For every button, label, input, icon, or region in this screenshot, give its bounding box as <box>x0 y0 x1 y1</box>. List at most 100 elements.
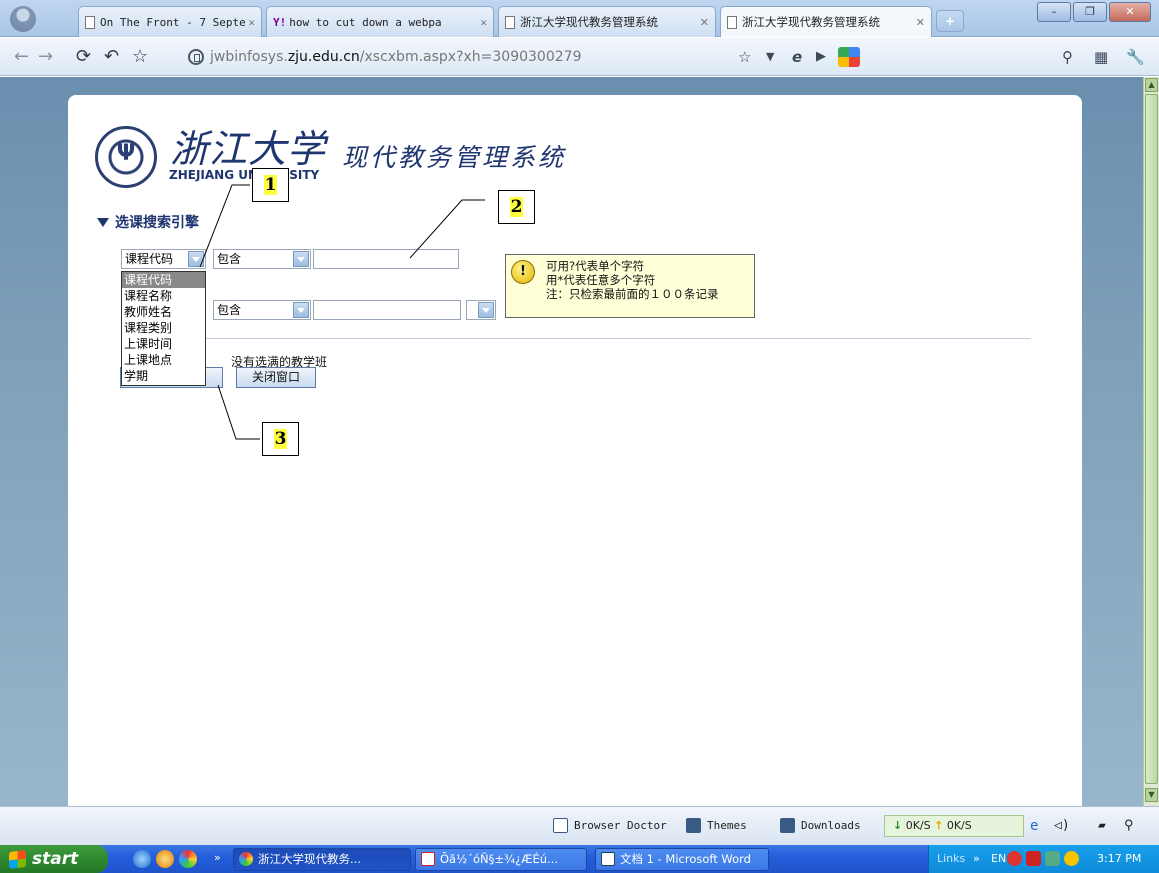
browser-task-icon <box>239 852 253 866</box>
browser-tab-bar: On The Front - 7 Septem ✕ Y! how to cut … <box>0 0 1159 37</box>
ie-icon[interactable]: e <box>1030 818 1038 834</box>
themes-button[interactable]: Themes <box>686 818 747 833</box>
scroll-up-icon[interactable]: ▲ <box>1145 78 1158 92</box>
forward-arrow-icon[interactable]: → <box>38 45 53 69</box>
yahoo-icon: Y! <box>273 15 287 29</box>
task-pdf[interactable]: Õã½­´óÑ§±¾¿ÆÉú... <box>415 848 587 871</box>
minimize-button[interactable]: – <box>1037 2 1071 22</box>
new-tab-button[interactable]: + <box>936 10 964 32</box>
dropdown-option[interactable]: 课程名称 <box>122 288 205 304</box>
task-word[interactable]: 文档 1 - Microsoft Word <box>595 848 769 871</box>
cloud-icon[interactable]: ▰ <box>1098 818 1106 833</box>
field-dropdown-list[interactable]: 课程代码 课程名称 教师姓名 课程类别 上课时间 上课地点 学期 <box>121 271 206 386</box>
pdf-icon <box>421 852 435 866</box>
document-icon <box>85 15 95 29</box>
content-panel <box>68 95 1082 806</box>
app-quicklaunch-icon[interactable] <box>179 850 197 868</box>
scroll-thumb[interactable] <box>1145 94 1158 784</box>
search-field-select[interactable]: 课程代码 <box>121 249 206 269</box>
tray-network-icon[interactable] <box>1045 851 1060 866</box>
tab-zju-active[interactable]: 浙江大学现代教务管理系统 ✕ <box>720 6 932 37</box>
links-toolbar[interactable]: Links <box>937 852 965 865</box>
scroll-down-icon[interactable]: ▼ <box>1145 788 1158 802</box>
windows-taskbar: start » 浙江大学现代教务... Õã½­´óÑ§±¾¿ÆÉú... 文档… <box>0 845 1159 873</box>
ie-quicklaunch-icon[interactable] <box>133 850 151 868</box>
operator-select-2[interactable]: 包含 <box>213 300 311 320</box>
zoom-icon[interactable]: ⚲ <box>1124 818 1134 833</box>
overflow-chevron-icon[interactable]: » <box>214 851 221 864</box>
back-arrow-icon[interactable]: ← <box>14 45 29 69</box>
speaker-icon[interactable]: ◁) <box>1054 818 1070 833</box>
wrench-icon[interactable]: 🔧 <box>1126 46 1145 68</box>
browser-doctor-button[interactable]: Browser Doctor <box>553 818 667 833</box>
tab-yahoo-answers[interactable]: Y! how to cut down a webpa ✕ <box>266 6 494 37</box>
search-input-2[interactable] <box>313 300 461 320</box>
download-icon <box>780 818 795 833</box>
dropdown-option[interactable]: 课程类别 <box>122 320 205 336</box>
download-arrow-icon: ↓ <box>893 819 903 832</box>
dropdown-option[interactable]: 上课地点 <box>122 352 205 368</box>
language-indicator[interactable]: EN <box>991 852 1006 865</box>
google-search-box[interactable] <box>866 46 1026 68</box>
clock[interactable]: 3:17 PM <box>1097 852 1141 865</box>
dropdown-arrow-icon[interactable]: ▼ <box>766 46 774 68</box>
close-tab-icon[interactable]: ✕ <box>916 16 925 29</box>
operator-select-1[interactable]: 包含 <box>213 249 311 269</box>
logo-english-name: ZHEJIANG UNIVERSITY <box>169 168 320 182</box>
close-tab-icon[interactable]: ✕ <box>248 16 255 29</box>
ie-tab-icon[interactable]: e <box>792 46 802 68</box>
upload-arrow-icon: ↑ <box>934 819 944 832</box>
search-input-1[interactable] <box>313 249 459 269</box>
play-icon[interactable]: ▶ <box>816 46 826 68</box>
chevron-down-icon[interactable] <box>478 302 494 318</box>
plus-icon <box>553 818 568 833</box>
value-select-2[interactable] <box>466 300 496 320</box>
vertical-scrollbar[interactable]: ▲ ▼ <box>1143 77 1159 806</box>
zju-emblem-icon <box>95 126 157 188</box>
tray-back-icon[interactable] <box>1007 851 1022 866</box>
close-tab-icon[interactable]: ✕ <box>700 16 709 29</box>
close-window-button[interactable]: ✕ <box>1109 2 1151 22</box>
tray-shield-icon[interactable] <box>1064 851 1079 866</box>
maximize-button[interactable]: ❐ <box>1073 2 1107 22</box>
user-profile-icon[interactable] <box>10 6 36 32</box>
search-icon[interactable]: ⚲ <box>1062 46 1073 68</box>
tray-pdf-icon[interactable] <box>1026 851 1041 866</box>
close-tab-icon[interactable]: ✕ <box>480 16 487 29</box>
system-tray: Links » EN 3:17 PM <box>928 845 1159 873</box>
undo-icon[interactable]: ↶ <box>104 45 119 69</box>
speed-meter: ↓ 0K/S ↑ 0K/S <box>884 815 1024 837</box>
task-zju-browser[interactable]: 浙江大学现代教务... <box>233 848 411 871</box>
chevron-down-icon[interactable] <box>293 302 309 318</box>
downloads-button[interactable]: Downloads <box>780 818 861 833</box>
browser-toolbar: ← → ⟳ ↶ ☆ jwbinfosys.zju.edu.cn/xscxbm.a… <box>0 38 1159 76</box>
document-icon <box>505 15 515 29</box>
document-icon <box>727 15 737 29</box>
triangle-down-icon <box>97 217 109 227</box>
browser-status-bar: Browser Doctor Themes Downloads ↓ 0K/S ↑… <box>0 806 1159 845</box>
chevron-down-icon[interactable] <box>293 251 309 267</box>
bookmark-star-icon[interactable]: ☆ <box>738 46 751 68</box>
reload-icon[interactable]: ⟳ <box>76 45 91 69</box>
address-bar[interactable]: jwbinfosys.zju.edu.cn/xscxbm.aspx?xh=309… <box>183 44 735 70</box>
tray-chevron-icon[interactable]: » <box>973 852 980 865</box>
dropdown-option[interactable]: 课程代码 <box>122 272 205 288</box>
star-icon[interactable]: ☆ <box>132 45 148 69</box>
page-menu-icon[interactable]: ▦ <box>1094 46 1108 68</box>
callout-3: 3 <box>262 422 299 456</box>
dropdown-option[interactable]: 学期 <box>122 368 205 384</box>
callout-2: 2 <box>498 190 535 224</box>
close-window-page-button[interactable]: 关闭窗口 <box>236 367 316 388</box>
search-tip-box: ! 可用?代表单个字符 用*代表任意多个字符 注：只检索最前面的１００条记录 <box>505 254 755 318</box>
dropdown-option[interactable]: 教师姓名 <box>122 304 205 320</box>
shield-icon <box>188 49 204 65</box>
tab-zju-1[interactable]: 浙江大学现代教务管理系统 ✕ <box>498 6 716 37</box>
callout-1: 1 <box>252 168 289 202</box>
browser-quicklaunch-icon[interactable] <box>156 850 174 868</box>
lightbulb-icon: ! <box>511 260 535 284</box>
start-button[interactable]: start <box>0 845 108 873</box>
tab-on-the-front[interactable]: On The Front - 7 Septem ✕ <box>78 6 262 37</box>
dropdown-option[interactable]: 上课时间 <box>122 336 205 352</box>
window-controls: – ❐ ✕ <box>1037 2 1151 22</box>
chevron-down-icon[interactable] <box>188 251 204 267</box>
